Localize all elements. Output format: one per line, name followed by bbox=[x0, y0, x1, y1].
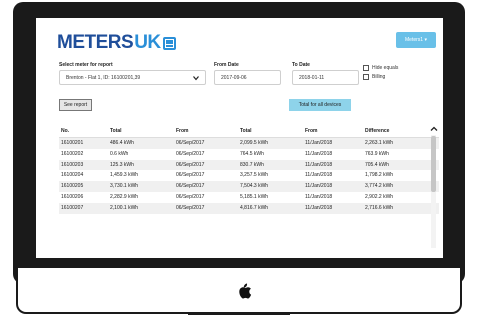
table-row[interactable]: 16100206 2,282.9 kWh 06/Sep/2017 5,185.1 kW… bbox=[59, 192, 439, 203]
table-cell: 3,730.1 kWh bbox=[110, 183, 139, 190]
table-cell: 1,798.2 kWh bbox=[365, 172, 394, 179]
table-row[interactable]: 16100207 2,100.1 kWh 06/Sep/2017 4,816.7 kW… bbox=[59, 202, 439, 214]
billing-checkbox[interactable]: Billing bbox=[363, 74, 385, 80]
table-cell: 0.6 kWh bbox=[110, 150, 129, 157]
table-cell: 764.5 kWh bbox=[240, 150, 264, 157]
table-cell: 06/Sep/2017 bbox=[176, 140, 205, 146]
chevron-up-icon[interactable] bbox=[430, 125, 438, 133]
see-report-button[interactable]: See report bbox=[59, 99, 92, 111]
screen: METERS UK Meters1 ▾ Select meter for rep… bbox=[36, 18, 443, 258]
column-header[interactable]: From bbox=[176, 128, 189, 134]
table-cell: 11/Jan/2018 bbox=[305, 150, 333, 157]
table-cell: 3,774.2 kWh bbox=[365, 183, 394, 190]
scrollbar-thumb[interactable] bbox=[431, 136, 436, 192]
table-cell: 705.4 kWh bbox=[365, 161, 389, 168]
table-body: 16100201 486.4 kWh 06/Sep/2017 2,099.5 kWh 1… bbox=[59, 138, 439, 214]
table-cell: 2,100.1 kWh bbox=[110, 204, 139, 211]
table-cell: 06/Sep/2017 bbox=[176, 183, 205, 190]
from-date-value: 2017-09-06 bbox=[221, 74, 247, 81]
table-cell: 763.9 kWh bbox=[365, 150, 389, 157]
table-row[interactable]: 16100202 0.6 kWh 06/Sep/2017 764.5 kWh 11/Ja… bbox=[59, 149, 439, 160]
column-header[interactable]: Total bbox=[110, 128, 122, 134]
billing-label: Billing bbox=[372, 74, 386, 80]
column-header[interactable]: Difference bbox=[365, 128, 389, 134]
table-cell: 11/Jan/2018 bbox=[305, 172, 333, 179]
column-header[interactable]: From bbox=[305, 128, 318, 134]
table-cell: 11/Jan/2018 bbox=[305, 140, 333, 146]
table-cell: 16100203 bbox=[61, 161, 84, 168]
meter-readings-table: No. Total From Total From Difference 161… bbox=[59, 126, 439, 214]
table-cell: 125.3 kWh bbox=[110, 161, 134, 168]
checkbox-box bbox=[363, 65, 369, 71]
apple-icon bbox=[234, 281, 254, 301]
checkbox-box bbox=[363, 74, 369, 80]
table-cell: 2,282.9 kWh bbox=[110, 193, 139, 200]
table-cell: 3,257.5 kWh bbox=[240, 172, 269, 179]
hide-equals-label: Hide equals bbox=[372, 65, 399, 71]
table-cell: 2,716.6 kWh bbox=[365, 204, 394, 211]
table-cell: 11/Jan/2018 bbox=[305, 193, 333, 200]
table-cell: 06/Sep/2017 bbox=[176, 161, 205, 168]
to-date-input[interactable]: 2018-01-11 bbox=[292, 70, 359, 85]
table-cell: 830.7 kWh bbox=[240, 161, 264, 168]
table-cell: 1,459.3 kWh bbox=[110, 172, 139, 179]
logo-meter-icon bbox=[162, 36, 176, 50]
from-date-label: From Date bbox=[214, 62, 239, 68]
table-cell: 06/Sep/2017 bbox=[176, 204, 205, 211]
table-cell: 16100205 bbox=[61, 183, 84, 190]
table-cell: 2,099.5 kWh bbox=[240, 140, 269, 146]
table-row[interactable]: 16100201 486.4 kWh 06/Sep/2017 2,099.5 kWh 1… bbox=[59, 138, 439, 149]
table-cell: 486.4 kWh bbox=[110, 140, 134, 146]
table-header-row: No. Total From Total From Difference bbox=[59, 126, 439, 138]
column-header[interactable]: Total bbox=[240, 128, 252, 134]
table-cell: 11/Jan/2018 bbox=[305, 161, 333, 168]
table-cell: 11/Jan/2018 bbox=[305, 204, 333, 211]
table-row[interactable]: 16100205 3,730.1 kWh 06/Sep/2017 7,504.3 kW… bbox=[59, 181, 439, 192]
table-cell: 16100206 bbox=[61, 193, 84, 200]
total-all-devices-button[interactable]: Total for all devices bbox=[289, 99, 351, 111]
from-date-input[interactable]: 2017-09-06 bbox=[214, 70, 281, 85]
table-cell: 2,902.2 kWh bbox=[365, 193, 394, 200]
table-cell: 16100202 bbox=[61, 150, 84, 157]
table-cell: 16100204 bbox=[61, 172, 84, 179]
table-cell: 06/Sep/2017 bbox=[176, 172, 205, 179]
to-date-value: 2018-01-11 bbox=[299, 74, 325, 81]
table-row[interactable]: 16100203 125.3 kWh 06/Sep/2017 830.7 kWh 11/… bbox=[59, 159, 439, 171]
table-cell: 2,263.1 kWh bbox=[365, 140, 394, 146]
table-cell: 16100207 bbox=[61, 204, 84, 211]
table-cell: 11/Jan/2018 bbox=[305, 183, 333, 190]
table-cell: 06/Sep/2017 bbox=[176, 150, 205, 157]
table-cell: 5,185.1 kWh bbox=[240, 193, 269, 200]
logo-text-accent: UK bbox=[134, 32, 161, 53]
brand-logo: METERS UK bbox=[57, 32, 176, 54]
chevron-down-icon bbox=[193, 76, 199, 81]
to-date-label: To Date bbox=[292, 62, 310, 68]
table-cell: 4,816.7 kWh bbox=[240, 204, 269, 211]
logo-text-main: METERS bbox=[57, 32, 134, 53]
meter-select-value: Brenton - Flat 1, ID: 16100201,39 bbox=[66, 74, 141, 81]
column-header[interactable]: No. bbox=[61, 128, 69, 134]
meter-select-label: Select meter for report bbox=[59, 62, 113, 68]
user-menu-button[interactable]: Meters1 ▾ bbox=[396, 32, 436, 48]
table-cell: 7,504.3 kWh bbox=[240, 183, 269, 190]
meter-select[interactable]: Brenton - Flat 1, ID: 16100201,39 bbox=[59, 70, 206, 85]
table-row[interactable]: 16100204 1,459.3 kWh 06/Sep/2017 3,257.5 kW… bbox=[59, 170, 439, 181]
hide-equals-checkbox[interactable]: Hide equals bbox=[363, 65, 398, 71]
table-cell: 16100201 bbox=[61, 140, 84, 146]
table-cell: 06/Sep/2017 bbox=[176, 193, 205, 200]
